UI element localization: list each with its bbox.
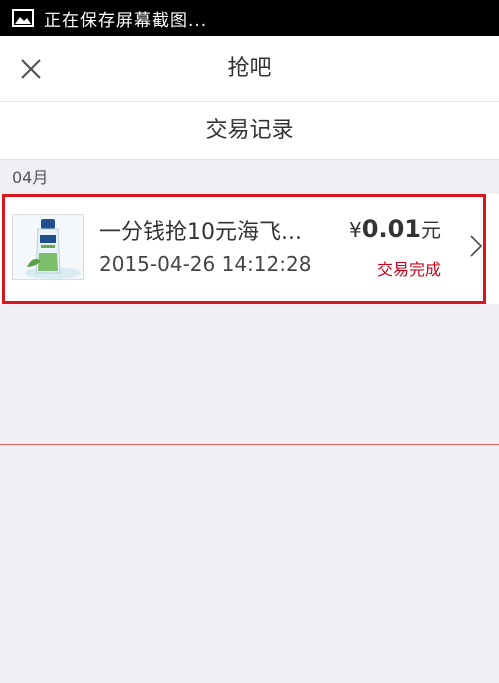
divider-line — [0, 444, 499, 445]
image-icon — [12, 9, 34, 27]
price-unit: 元 — [421, 218, 441, 242]
chevron-right-icon — [470, 235, 483, 257]
product-name: 一分钱抢10元海飞... — [99, 220, 302, 245]
price-amount: 0.01 — [361, 215, 421, 243]
nav-bar: 抢吧 — [0, 36, 499, 102]
price: ¥0.01元 — [349, 214, 441, 243]
month-label: 04月 — [12, 168, 49, 187]
transaction-time: 2015-04-26 14:12:28 — [99, 252, 312, 276]
transaction-record[interactable]: 一分钱抢10元海飞... 2015-04-26 14:12:28 ¥0.01元 … — [0, 194, 499, 304]
status-badge: 交易完成 — [376, 260, 441, 279]
product-thumbnail — [12, 214, 84, 280]
status-text: 正在保存屏幕截图... — [44, 10, 208, 31]
status-bar: 正在保存屏幕截图... — [0, 0, 499, 36]
currency-symbol: ¥ — [349, 218, 362, 242]
page-title: 抢吧 — [227, 56, 272, 81]
section-title: 交易记录 — [0, 102, 499, 160]
shampoo-bottle-icon — [13, 215, 83, 279]
